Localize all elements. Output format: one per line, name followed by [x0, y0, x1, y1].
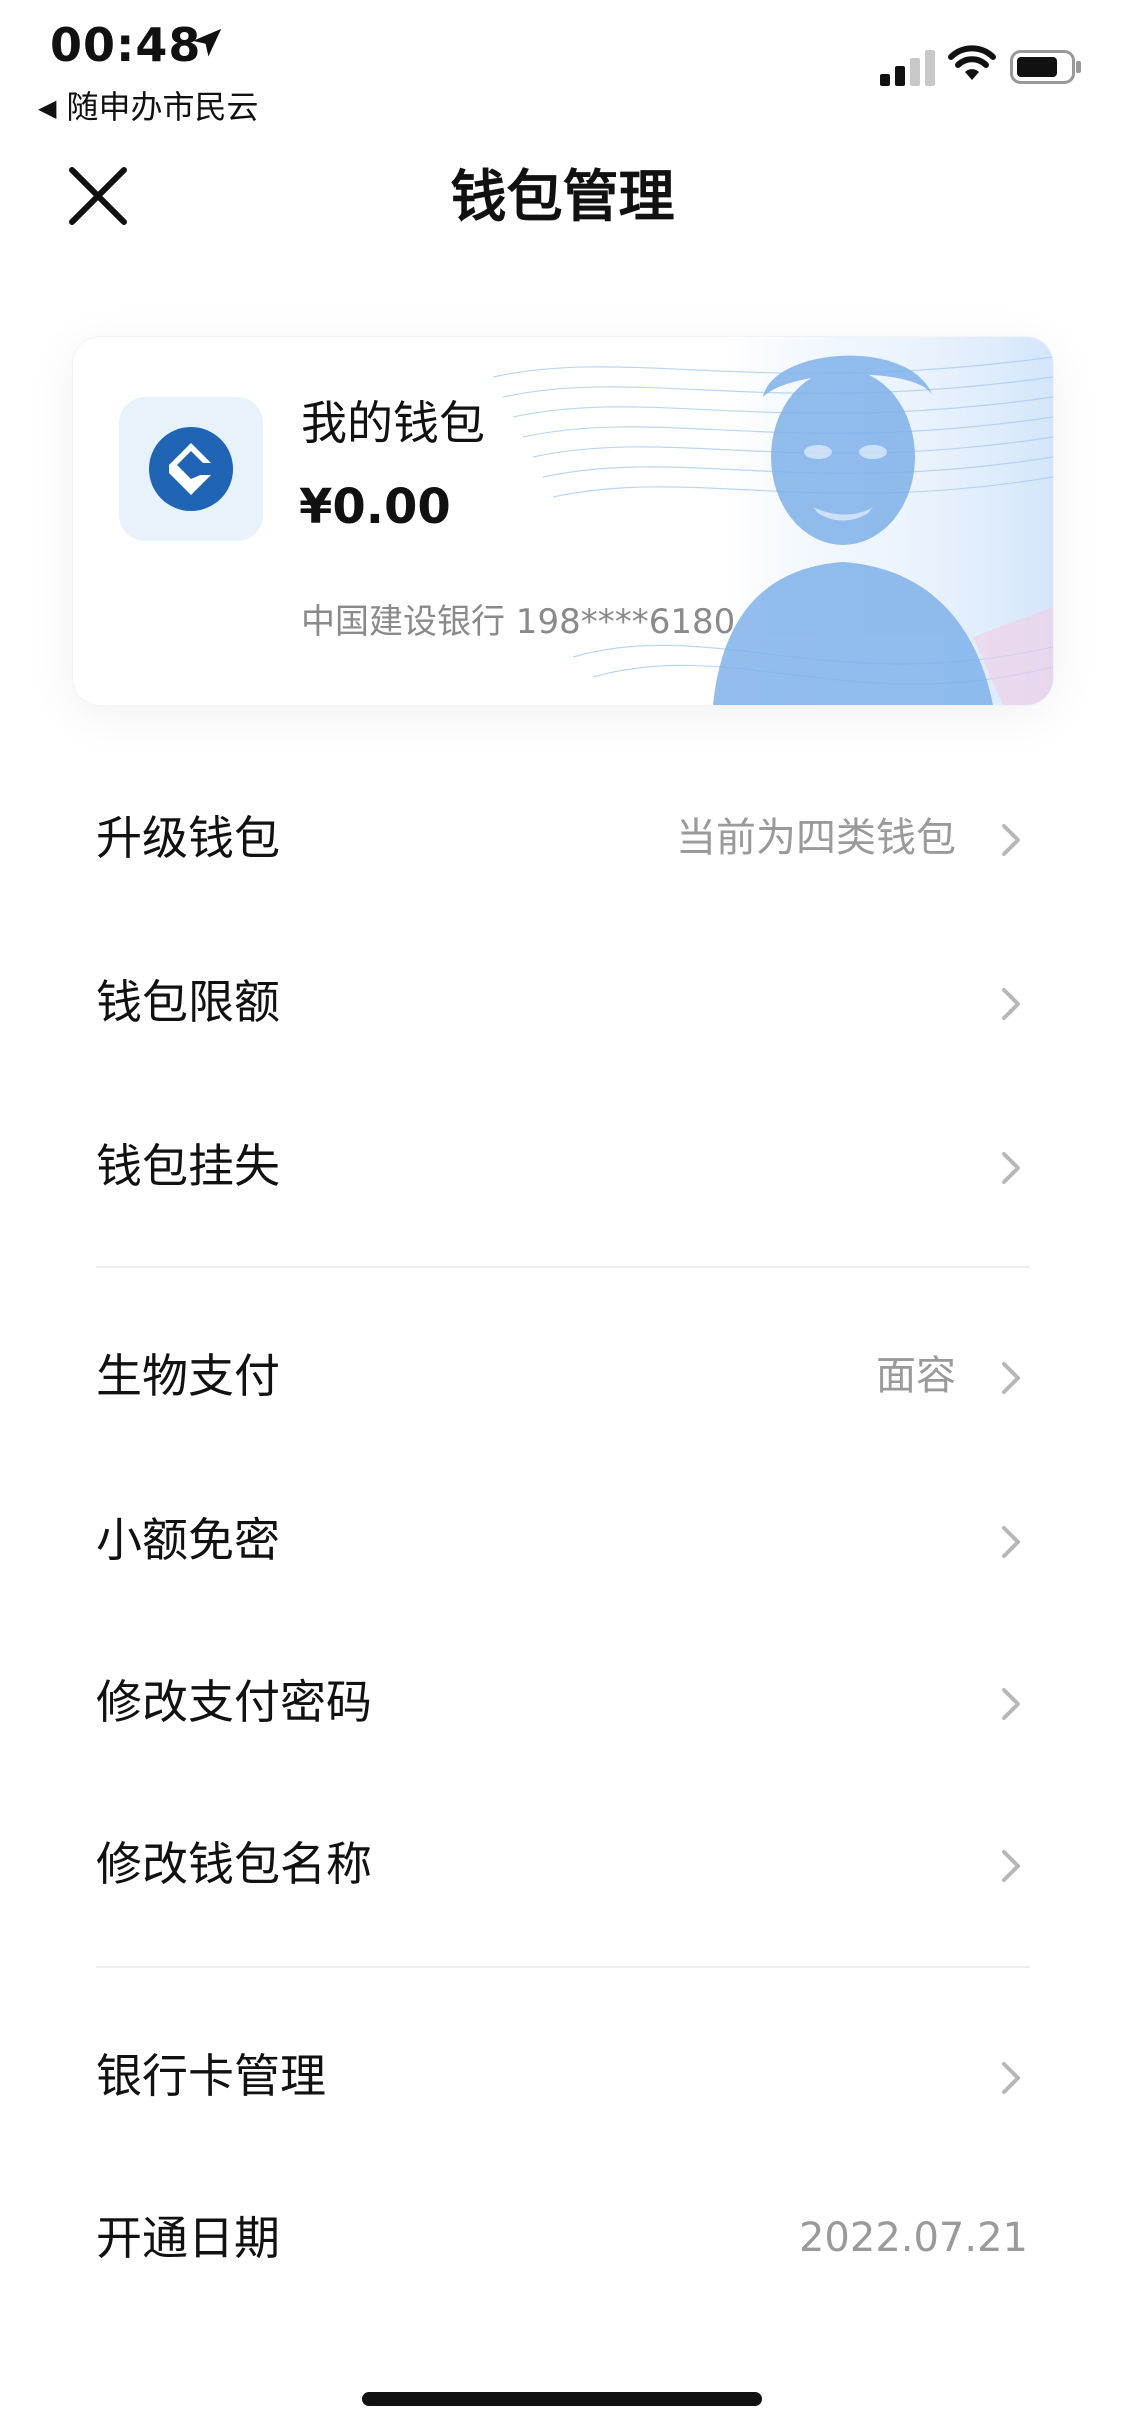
section-divider: [96, 1966, 1030, 1968]
wallet-card[interactable]: 我的钱包 ¥0.00 中国建设银行 198****6180: [72, 336, 1054, 706]
row-label: 钱包挂失: [96, 1139, 280, 1193]
bank-logo-container: [119, 397, 263, 541]
back-to-app-link[interactable]: ◀ 随申办市民云: [38, 82, 258, 128]
row-label: 升级钱包: [96, 811, 280, 865]
wallet-balance: ¥0.00: [299, 479, 451, 535]
home-indicator[interactable]: [362, 2392, 762, 2406]
chevron-right-icon: [1002, 1152, 1020, 1184]
upgrade-wallet-row[interactable]: 升级钱包 当前为四类钱包: [96, 768, 1030, 908]
row-label: 修改钱包名称: [96, 1837, 372, 1891]
location-arrow-icon: [192, 28, 222, 57]
chevron-right-icon: [1002, 2062, 1020, 2094]
back-app-label: 随申办市民云: [66, 88, 259, 126]
chevron-right-icon: [1002, 1362, 1020, 1394]
report-loss-row[interactable]: 钱包挂失: [96, 1096, 1030, 1236]
biometric-payment-row[interactable]: 生物支付 面容: [96, 1306, 1030, 1446]
status-bar: 00:48 ◀ 随申办市民云: [0, 0, 1125, 130]
row-label: 钱包限额: [96, 975, 280, 1029]
change-password-row[interactable]: 修改支付密码: [96, 1632, 1030, 1772]
chevron-right-icon: [1002, 1688, 1020, 1720]
wifi-icon: [948, 45, 996, 80]
row-label: 修改支付密码: [96, 1675, 372, 1729]
row-value: 2022.07.21: [798, 2215, 1028, 2261]
page-title: 钱包管理: [450, 165, 675, 230]
chevron-right-icon: [1002, 1526, 1020, 1558]
status-time: 00:48: [50, 18, 202, 72]
wallet-limit-row[interactable]: 钱包限额: [96, 932, 1030, 1072]
cellular-signal-icon: [880, 50, 935, 86]
chevron-right-icon: [1002, 988, 1020, 1020]
ccb-bank-logo-icon: [149, 427, 233, 511]
battery-icon: [1010, 50, 1081, 84]
row-label: 银行卡管理: [96, 2049, 326, 2103]
chevron-right-icon: [1002, 1850, 1020, 1882]
row-label: 生物支付: [96, 1349, 280, 1403]
bank-card-management-row[interactable]: 银行卡管理: [96, 2006, 1030, 2146]
wallet-name: 我的钱包: [301, 396, 485, 450]
row-value: 当前为四类钱包: [676, 815, 956, 861]
open-date-row: 开通日期 2022.07.21: [96, 2168, 1030, 2308]
rename-wallet-row[interactable]: 修改钱包名称: [96, 1794, 1030, 1934]
row-label: 开通日期: [96, 2211, 280, 2265]
chevron-right-icon: [1002, 824, 1020, 856]
wallet-bank-account: 中国建设银行 198****6180: [301, 602, 736, 642]
row-value: 面容: [876, 1353, 956, 1399]
small-amount-free-row[interactable]: 小额免密: [96, 1470, 1030, 1610]
row-label: 小额免密: [96, 1513, 280, 1567]
section-divider: [96, 1266, 1030, 1268]
back-triangle-icon: ◀: [38, 94, 57, 122]
